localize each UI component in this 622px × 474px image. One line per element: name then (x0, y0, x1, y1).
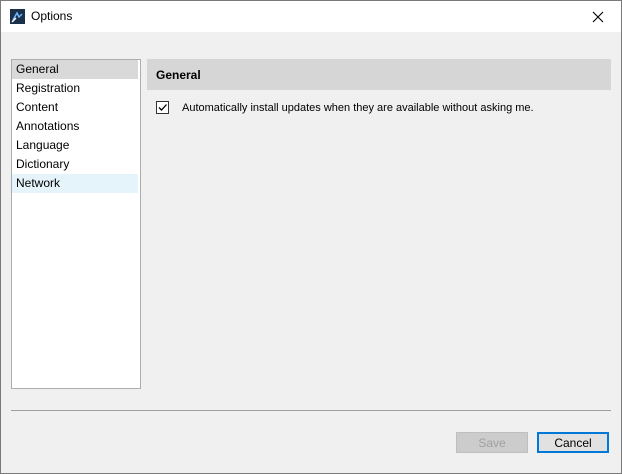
app-icon (10, 9, 25, 24)
auto-update-option[interactable]: Automatically install updates when they … (156, 101, 534, 114)
panel-title: General (147, 59, 611, 90)
sidebar-item-dictionary[interactable]: Dictionary (12, 155, 138, 174)
cancel-button[interactable]: Cancel (537, 432, 609, 453)
close-button[interactable] (575, 1, 621, 32)
close-icon (592, 11, 604, 22)
auto-update-label: Automatically install updates when they … (182, 101, 534, 114)
title-bar[interactable]: Options (1, 1, 621, 32)
save-button[interactable]: Save (456, 432, 528, 453)
sidebar-item-general[interactable]: General (12, 60, 138, 79)
sidebar-item-language[interactable]: Language (12, 136, 138, 155)
sidebar-item-content[interactable]: Content (12, 98, 138, 117)
auto-update-checkbox[interactable] (156, 101, 169, 114)
sidebar-item-network[interactable]: Network (12, 174, 138, 193)
checkmark-icon (158, 104, 167, 111)
window-title: Options (31, 9, 73, 23)
sidebar-item-annotations[interactable]: Annotations (12, 117, 138, 136)
options-category-list[interactable]: General Registration Content Annotations… (11, 59, 141, 389)
options-dialog: Options General Registration Content Ann… (0, 0, 622, 474)
footer-divider (11, 410, 611, 411)
sidebar-item-registration[interactable]: Registration (12, 79, 138, 98)
